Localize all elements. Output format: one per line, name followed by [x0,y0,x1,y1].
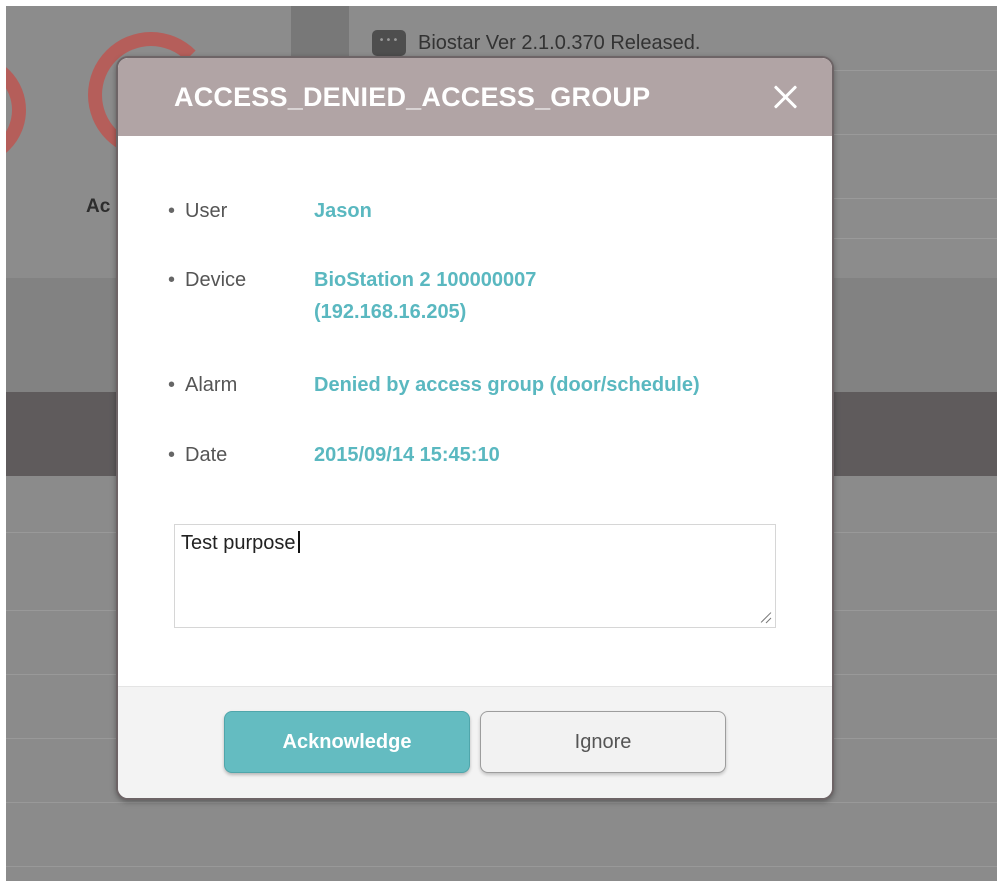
date-label: Date [168,444,308,467]
alarm-dialog: ACCESS_DENIED_ACCESS_GROUP User Jason De… [116,56,834,800]
list-row-line [6,802,997,803]
dialog-title: ACCESS_DENIED_ACCESS_GROUP [174,82,651,112]
text-caret [297,531,300,553]
ignore-button[interactable]: Ignore [480,711,726,773]
app-background: Ac ••• Biostar Ver 2.1.0.370 Released. A… [6,6,997,881]
user-value: Jason [314,200,372,222]
close-icon[interactable] [772,84,798,110]
notice-text: Biostar Ver 2.1.0.370 Released. [418,31,701,54]
date-value: 2015/09/14 15:45:10 [314,444,500,466]
acknowledge-button[interactable]: Acknowledge [224,711,470,773]
list-row-line [6,866,997,867]
note-textarea[interactable]: Test purpose [174,524,776,628]
resize-grip-icon[interactable] [760,612,772,624]
release-notice[interactable]: ••• Biostar Ver 2.1.0.370 Released. [372,30,701,62]
alarm-label: Alarm [168,374,308,397]
note-text: Test purpose [181,532,296,554]
dialog-header: ACCESS_DENIED_ACCESS_GROUP [118,58,832,136]
user-label: User [168,200,308,223]
alarm-value: Denied by access group (door/schedule) [314,374,700,396]
device-ip: (192.168.16.205) [314,301,467,323]
device-value: BioStation 2 100000007 (192.168.16.205) [314,264,774,328]
device-label: Device [168,269,308,292]
device-name: BioStation 2 100000007 [314,269,537,291]
gauge-label: Ac [86,196,111,217]
dialog-footer: Acknowledge Ignore [118,686,832,798]
chat-bubble-icon: ••• [372,30,406,62]
